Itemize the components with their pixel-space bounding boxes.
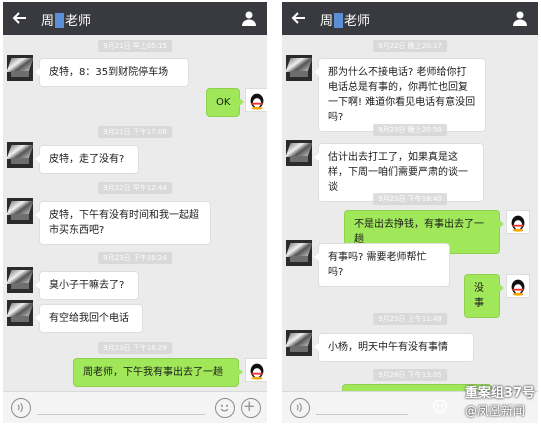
chat-title: 周老师 xyxy=(41,13,92,29)
watermark-title: 重案组37号 xyxy=(464,386,535,401)
title-bar: 周老师 xyxy=(282,2,538,35)
timestamp: 9月22日 晚上20:17 xyxy=(373,40,447,52)
contact-avatar[interactable] xyxy=(286,330,312,356)
message-in: 臭小子干嘛去了? xyxy=(35,271,139,300)
contact-avatar[interactable] xyxy=(286,55,312,81)
message-out: OK xyxy=(206,88,244,117)
plus-icon[interactable] xyxy=(241,398,261,418)
contact-avatar[interactable] xyxy=(7,142,33,168)
timestamp: 9月23日 下午16:24 xyxy=(98,252,172,264)
message-out: 周老师，下午我有事出去了一趟 xyxy=(73,358,243,387)
timestamp: 9月21日 下午17:08 xyxy=(98,126,172,138)
message-in: 有空给我回个电话 xyxy=(35,304,143,333)
timestamp: 9月23日 上午11:48 xyxy=(373,313,447,325)
timestamp: 9月23日 晚上20:50 xyxy=(373,124,447,136)
message-input[interactable] xyxy=(316,414,408,415)
redaction-mask xyxy=(55,13,65,28)
qq-penguin-icon[interactable] xyxy=(506,210,530,234)
qq-penguin-icon[interactable] xyxy=(506,274,530,298)
timestamp: 9月21日 早上05:15 xyxy=(98,40,172,52)
contact-avatar[interactable] xyxy=(286,240,312,266)
message-out: 没事 xyxy=(464,274,504,318)
message-in: 皮特，走了没有? xyxy=(35,145,139,174)
message-in: 皮特，8：35到财院停车场 xyxy=(35,58,189,87)
person-icon[interactable] xyxy=(241,10,257,26)
qq-penguin-icon[interactable] xyxy=(245,88,267,112)
redaction-mask xyxy=(334,13,344,28)
watermark-logo-icon xyxy=(433,399,447,413)
message-in: 那为什么不接电话? 老师给你打电话总是有事的，你再忙也回复一下啊! 难道你看见电… xyxy=(314,58,486,132)
voice-icon[interactable] xyxy=(11,398,31,418)
watermark-source: @凤凰新闻 xyxy=(464,404,525,418)
qq-penguin-icon[interactable] xyxy=(245,358,267,382)
contact-avatar[interactable] xyxy=(7,300,33,326)
back-arrow-icon[interactable] xyxy=(11,9,29,27)
message-input[interactable] xyxy=(37,414,205,415)
voice-icon[interactable] xyxy=(290,398,310,418)
contact-avatar[interactable] xyxy=(7,267,33,293)
message-in: 小杨，明天中午有没有事情 xyxy=(314,333,474,362)
timestamp: 9月22日 早午12:44 xyxy=(98,182,172,194)
message-in: 皮特，下午有没有时间和我一起超市买东西吧? xyxy=(35,201,211,245)
contact-avatar[interactable] xyxy=(286,140,312,166)
message-in: 有事吗? 需要老师帮忙吗? xyxy=(314,243,450,287)
person-icon[interactable] xyxy=(512,10,528,26)
chat-title: 周老师 xyxy=(320,13,371,29)
contact-avatar[interactable] xyxy=(7,198,33,224)
chat-screen-left: 周老师 9月21日 早上05:15 皮特，8：35到财院停车场 OK 9月21日… xyxy=(3,2,267,423)
chat-screen-right: 周老师 9月22日 晚上20:17 那为什么不接电话? 老师给你打电话总是有事的… xyxy=(282,2,538,423)
emoji-icon[interactable] xyxy=(215,398,235,418)
timestamp: 9月23日 下午16:29 xyxy=(98,342,172,354)
timestamp: 9月28日 下午13:05 xyxy=(373,369,447,381)
timestamp: 9月23日 下午16:40 xyxy=(373,193,447,205)
contact-avatar[interactable] xyxy=(7,55,33,81)
back-arrow-icon[interactable] xyxy=(290,9,308,27)
input-bar xyxy=(3,391,267,423)
title-bar: 周老师 xyxy=(3,2,267,35)
watermark: 重案组37号 @凤凰新闻 xyxy=(465,382,535,419)
